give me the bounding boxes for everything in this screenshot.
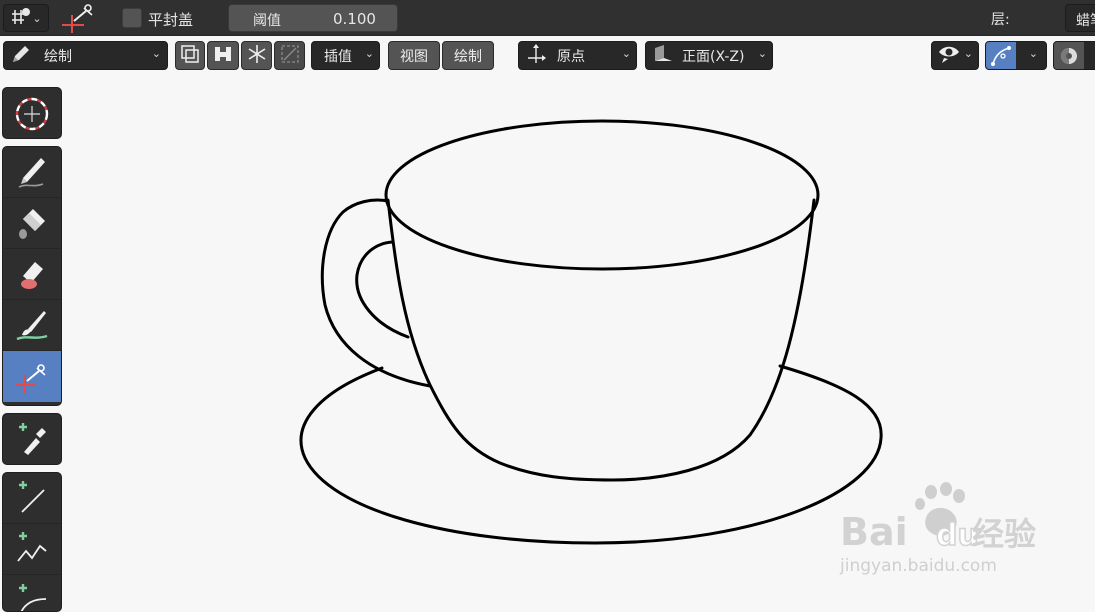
chevron-down-icon: ⌄ [758,47,767,60]
multiframe-icon [180,44,200,68]
cutter-tool-button[interactable] [3,351,61,402]
toolbar-group-cursor [2,87,62,139]
threshold-value: 0.100 [333,10,376,28]
draw-label: 绘制 [454,46,482,66]
editor-type-button[interactable]: ⌄ [3,4,49,32]
plane-icon [652,44,674,68]
mode-label: 绘制 [44,46,72,66]
line-icon [14,480,50,516]
saucer-stroke [301,366,881,543]
guides-icon [280,44,300,68]
polyline-tool-button[interactable] [3,524,61,575]
viewport-header: 绘制 ⌄ 插值 ⌄ 视图 绘制 原点 ⌄ [0,36,1095,74]
overlay-dropdown[interactable] [1053,41,1095,70]
toolbar-group-primitives [2,472,62,612]
scissors-icon [14,359,50,395]
view-label: 视图 [400,46,428,66]
cup-body-stroke [388,200,814,480]
layer-label: 层: [991,9,1010,29]
eyedropper-tool-button[interactable] [3,414,61,465]
chevron-down-icon: ⌄ [964,47,973,60]
tint-tool-button[interactable] [3,300,61,351]
tool-settings-bar: ⌄ 平封盖 阈值 0.100 层: 蜡笔 [0,0,1095,36]
pencil-icon [10,44,32,68]
threshold-label: 阈值 [253,10,281,30]
draw-menu[interactable]: 绘制 [442,41,494,70]
freeze-button[interactable] [241,41,272,70]
visibility-dropdown[interactable]: ⌄ [931,41,979,70]
layer-value: 蜡笔 [1076,10,1095,30]
view-menu[interactable]: 视图 [388,41,440,70]
autokey-button[interactable] [207,41,239,70]
snowflake-icon [247,44,267,68]
chevron-down-icon: ⌄ [152,47,161,60]
cursor-tool-button[interactable] [3,88,61,139]
origin-label: 原点 [557,46,585,66]
brush-icon [14,307,50,343]
mode-dropdown[interactable]: 绘制 ⌄ [3,41,168,70]
watermark-cn: 经验 [972,515,1036,553]
fill-caps-checkbox[interactable] [122,8,142,28]
chevron-down-icon: ⌄ [32,12,41,25]
paint-bucket-icon [15,205,49,241]
overlay-icon [1054,41,1084,70]
eraser-icon [15,256,49,292]
handle-outer-stroke [322,200,430,386]
origin-dropdown[interactable]: 原点 ⌄ [518,41,637,70]
orientation-dropdown[interactable]: 正面(X-Z) ⌄ [645,41,773,70]
record-icon [212,44,234,68]
polyline-icon [14,531,50,567]
arc-tool-button[interactable] [3,575,61,612]
draw-tool-button[interactable] [3,147,61,198]
gpencil-editor-icon [10,6,32,30]
origin-icon [525,43,547,69]
chevron-down-icon: ⌄ [622,47,631,60]
gizmo-dropdown[interactable]: ⌄ [985,41,1047,70]
layer-selector[interactable]: 蜡笔 [1065,4,1095,32]
cutter-tool-icon [60,3,96,33]
watermark-bai: Bai [840,510,908,554]
chevron-down-icon: ⌄ [365,47,374,60]
eye-icon [938,44,960,68]
orientation-label: 正面(X-Z) [682,46,744,66]
multiframe-button[interactable] [175,41,205,70]
eyedropper-icon [14,422,50,458]
threshold-field[interactable]: 阈值 0.100 [228,4,398,32]
watermark-url: jingyan.baidu.com [839,556,997,576]
fill-caps-label: 平封盖 [148,9,193,30]
gizmo-icon [986,41,1016,70]
toolbar-group-eyedropper [2,413,62,465]
cursor-icon [14,96,50,132]
draw-icon [15,154,49,190]
line-tool-button[interactable] [3,473,61,524]
arc-icon [14,583,50,612]
cup-rim-stroke [386,121,818,269]
interpolate-label: 插值 [324,46,352,66]
baidu-watermark: Bai du 经验 jingyan.baidu.com [838,480,1038,584]
chevron-down-icon: ⌄ [1029,47,1038,60]
guides-button[interactable] [274,41,305,70]
fill-tool-button[interactable] [3,198,61,249]
toolbar-group-draw [2,146,62,406]
interpolate-dropdown[interactable]: 插值 ⌄ [311,41,380,70]
erase-tool-button[interactable] [3,249,61,300]
